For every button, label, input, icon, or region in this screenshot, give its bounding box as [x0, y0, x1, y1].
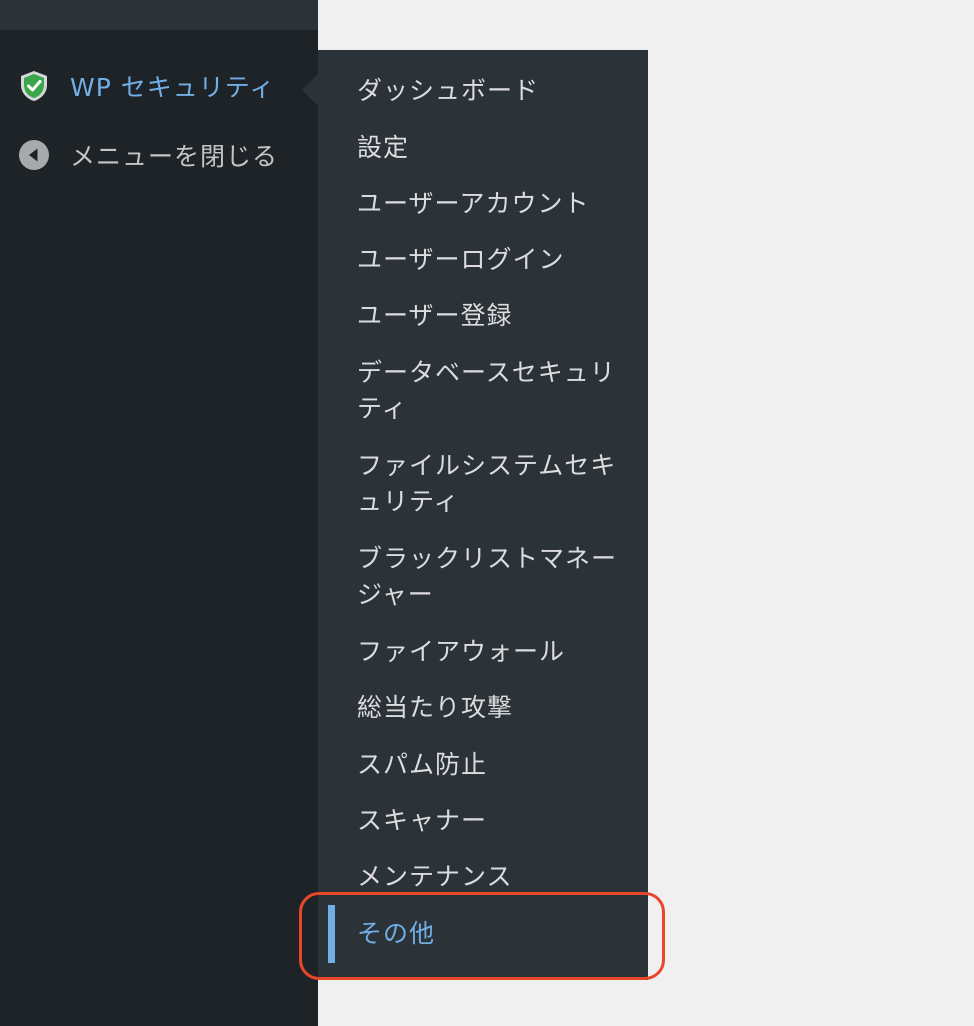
submenu-item-label: スパム防止: [357, 750, 488, 779]
submenu-pointer-arrow: [302, 74, 318, 106]
sidebar-item-wp-security[interactable]: WP セキュリティ: [0, 58, 318, 114]
submenu-item-label: ダッシュボード: [357, 76, 540, 105]
submenu-item-label: ユーザー登録: [357, 301, 513, 330]
highlight-annotation: [299, 892, 665, 980]
submenu-item-label: 総当たり攻撃: [357, 693, 514, 722]
submenu-item-label: データベースセキュリティ: [357, 358, 616, 423]
admin-sidebar: WP セキュリティ メニューを閉じる: [0, 0, 318, 1026]
submenu-item-label: スキャナー: [357, 806, 488, 835]
submenu-item-label: ファイアウォール: [357, 637, 566, 666]
submenu-item-label: ユーザーアカウント: [357, 189, 590, 218]
collapse-menu-button[interactable]: メニューを閉じる: [0, 127, 318, 183]
shield-check-icon: [18, 70, 50, 102]
submenu-item-label: ユーザーログイン: [357, 245, 565, 274]
collapse-menu-label: メニューを閉じる: [70, 142, 279, 171]
submenu-item-label: ブラックリストマネージャー: [357, 544, 618, 609]
sidebar-item-label: WP セキュリティ: [70, 73, 276, 102]
submenu-item-label: メンテナンス: [357, 862, 513, 891]
wp-security-submenu: ダッシュボード 設定 ユーザーアカウント ユーザーログイン ユーザー登録 データ…: [318, 50, 648, 980]
collapse-arrow-icon: [18, 139, 50, 171]
submenu-item-label: ファイルシステムセキュリティ: [357, 451, 617, 516]
submenu-item-label: 設定: [357, 133, 410, 162]
sidebar-top-strip: [0, 0, 318, 30]
